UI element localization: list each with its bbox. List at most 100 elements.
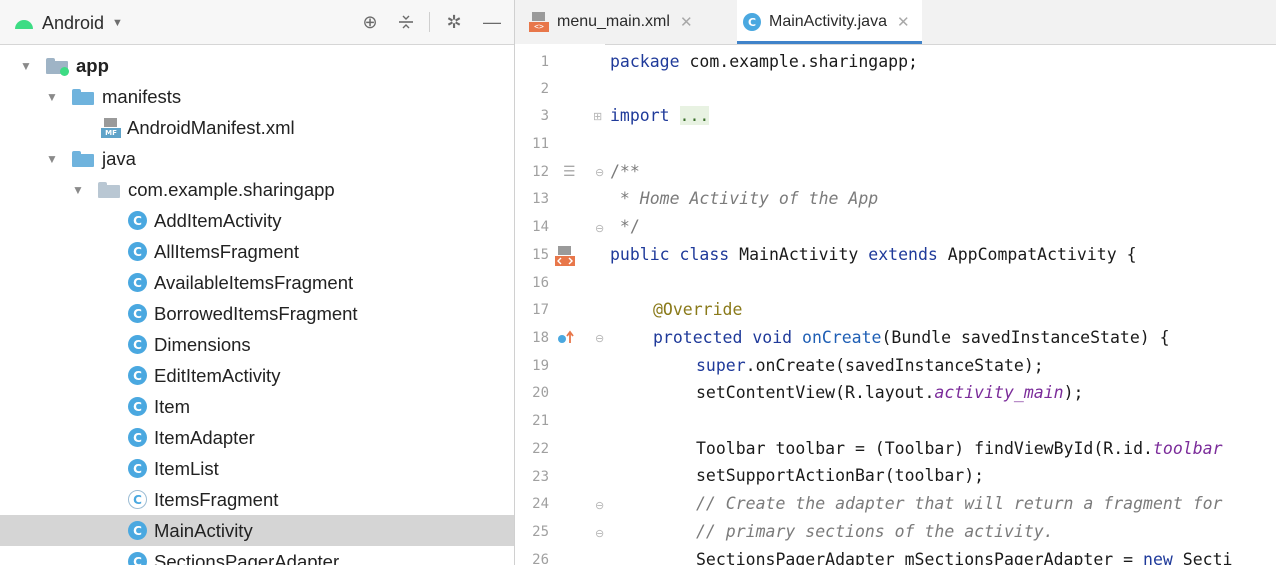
class-icon: C xyxy=(128,335,147,354)
fold-icon[interactable]: ⊖ xyxy=(595,332,604,345)
line-number: 2 xyxy=(540,81,549,97)
expand-arrow-icon[interactable]: ▼ xyxy=(20,59,32,73)
code-line-1: package com.example.sharingapp; xyxy=(610,52,918,71)
class-icon: C xyxy=(128,459,147,478)
code-keyword: import xyxy=(610,106,670,125)
line-number: 20 xyxy=(532,385,549,401)
tree-item-label: manifests xyxy=(102,85,182,107)
tree-item-label: AvailableItemsFragment xyxy=(154,271,354,293)
line-number: 1 xyxy=(540,54,549,70)
tree-item-label: ItemList xyxy=(154,457,219,479)
minimize-icon[interactable]: — xyxy=(480,10,504,34)
line-number: 15 xyxy=(532,247,549,263)
code-text: Toolbar toolbar = (Toolbar) findViewById… xyxy=(696,439,1153,458)
close-icon[interactable]: ✕ xyxy=(897,13,910,31)
code-text: ); xyxy=(1063,383,1084,402)
target-icon[interactable]: ⊕ xyxy=(358,10,382,34)
tree-item-class[interactable]: C BorrowedItemsFragment xyxy=(0,298,514,329)
fold-icon[interactable]: ⊖ xyxy=(595,222,604,235)
code-line-20: setContentView(R.layout.activity_main); xyxy=(696,383,1083,402)
expand-arrow-icon[interactable]: ▼ xyxy=(72,183,84,197)
tree-item-class[interactable]: C SectionsPagerAdapter xyxy=(0,546,514,566)
line-number: 17 xyxy=(532,302,549,318)
code-line-24: // Create the adapter that will return a… xyxy=(696,494,1223,513)
collapse-icon[interactable] xyxy=(394,10,418,34)
code-line-17: @Override xyxy=(653,300,743,319)
code-text: setContentView(R.layout. xyxy=(696,383,935,402)
code-line-19: super.onCreate(savedInstanceState); xyxy=(696,356,1044,375)
tab-mainactivity-java[interactable]: C MainActivity.java ✕ xyxy=(737,0,922,44)
tree-item-class[interactable]: C ItemsFragment xyxy=(0,484,514,515)
code-line-3: import ... xyxy=(610,106,710,125)
module-folder-icon xyxy=(46,57,69,76)
class-icon: C xyxy=(128,428,147,447)
code-text: com.example.sharingapp; xyxy=(679,52,918,71)
code-area[interactable]: package com.example.sharingapp; import .… xyxy=(605,44,1276,565)
tree-item-class-selected[interactable]: C MainActivity xyxy=(0,515,514,546)
code-keyword: super xyxy=(696,356,746,375)
tree-item-label: AllItemsFragment xyxy=(154,240,299,262)
line-number: 13 xyxy=(532,191,549,207)
chevron-down-icon: ▼ xyxy=(112,17,123,29)
code-editor: <> menu_main.xml ✕ C MainActivity.java ✕… xyxy=(515,0,1276,568)
view-selector-dropdown[interactable]: Android ▼ xyxy=(14,11,123,35)
line-number: 12 xyxy=(532,164,549,180)
editor-gutter: 1 2 3 11 12 13 14 15 16 17 18 19 20 21 2… xyxy=(515,44,605,568)
class-icon: C xyxy=(128,211,147,230)
code-field: toolbar xyxy=(1152,439,1223,458)
tree-item-class[interactable]: C AllItemsFragment xyxy=(0,236,514,267)
expand-arrow-icon[interactable]: ▼ xyxy=(46,152,58,166)
tab-menu-main-xml[interactable]: <> menu_main.xml ✕ xyxy=(529,0,705,44)
class-icon: C xyxy=(128,366,147,385)
tree-item-label: SectionsPagerAdapter xyxy=(154,550,340,566)
tree-item-class[interactable]: C Item xyxy=(0,391,514,422)
tree-item-app[interactable]: ▼ app xyxy=(0,50,514,81)
tree-item-label: AndroidManifest.xml xyxy=(127,116,295,138)
tree-item-label: AddItemActivity xyxy=(154,209,282,231)
tab-label: MainActivity.java xyxy=(769,13,887,30)
tree-item-class[interactable]: C AvailableItemsFragment xyxy=(0,267,514,298)
tree-item-package[interactable]: ▼ com.example.sharingapp xyxy=(0,174,514,205)
class-icon: C xyxy=(128,242,147,261)
fold-icon[interactable]: ⊖ xyxy=(595,166,604,179)
code-keyword: public class xyxy=(610,245,730,264)
fold-icon[interactable]: ⊖ xyxy=(595,527,604,540)
tree-item-class[interactable]: C ItemList xyxy=(0,453,514,484)
code-line-18: protected void onCreate(Bundle savedInst… xyxy=(653,328,1170,347)
tree-item-class[interactable]: C Dimensions xyxy=(0,329,514,360)
tree-item-java[interactable]: ▼ java xyxy=(0,143,514,174)
fold-icon[interactable]: ⊖ xyxy=(595,499,604,512)
code-line-13: * Home Activity of the App xyxy=(610,189,879,208)
code-line-12: /** xyxy=(610,162,640,181)
code-method: onCreate xyxy=(792,328,882,347)
line-number: 23 xyxy=(532,469,549,485)
class-icon: C xyxy=(128,273,147,292)
tree-item-class[interactable]: C AddItemActivity xyxy=(0,205,514,236)
fold-icon[interactable]: ⊞ xyxy=(593,110,602,123)
code-line-23: setSupportActionBar(toolbar); xyxy=(696,466,985,485)
tree-item-class[interactable]: C EditItemActivity xyxy=(0,360,514,391)
line-number: 11 xyxy=(532,136,549,152)
override-icon[interactable] xyxy=(557,329,577,347)
close-icon[interactable]: ✕ xyxy=(680,13,693,31)
line-number: 14 xyxy=(532,219,549,235)
android-icon xyxy=(14,17,34,29)
tree-item-androidmanifest[interactable]: MF AndroidManifest.xml xyxy=(0,112,514,143)
tree-item-class[interactable]: C ItemAdapter xyxy=(0,422,514,453)
tree-item-label: ItemsFragment xyxy=(154,488,279,510)
tree-item-label: BorrowedItemsFragment xyxy=(154,302,358,324)
line-number: 18 xyxy=(532,330,549,346)
package-folder-icon xyxy=(98,181,120,198)
folded-imports[interactable]: ... xyxy=(679,106,710,125)
doc-comment-icon: ☰ xyxy=(563,163,576,179)
line-number: 24 xyxy=(532,496,549,512)
line-number: 26 xyxy=(532,552,549,568)
code-text: AppCompatActivity { xyxy=(937,245,1137,264)
tree-item-manifests[interactable]: ▼ manifests xyxy=(0,81,514,112)
gear-icon[interactable]: ✲ xyxy=(442,10,466,34)
class-icon: C xyxy=(128,521,147,540)
tree-item-label: Dimensions xyxy=(154,333,251,355)
expand-arrow-icon[interactable]: ▼ xyxy=(46,90,58,104)
xml-icon[interactable] xyxy=(555,246,575,266)
line-number: 19 xyxy=(532,358,549,374)
